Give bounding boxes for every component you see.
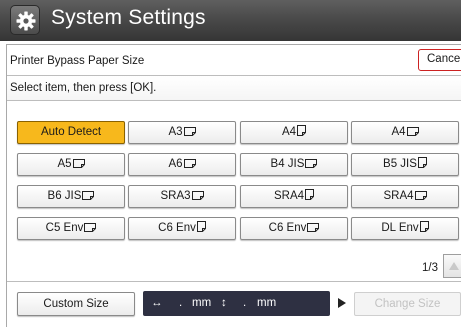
paper-size-button[interactable]: A3 xyxy=(128,121,236,144)
paper-size-label: A3 xyxy=(168,126,183,138)
title-bar: System Settings xyxy=(0,0,461,41)
paper-size-label: B6 JIS xyxy=(47,190,82,202)
landscape-paper-icon xyxy=(183,127,196,136)
scroll-up-button[interactable] xyxy=(443,254,461,278)
paper-size-button[interactable]: SRA4 xyxy=(351,185,459,208)
triangle-up-icon xyxy=(449,262,459,270)
width-arrow-icon: ↔ xyxy=(151,297,163,309)
paper-size-label: DL Env xyxy=(381,222,419,234)
paper-size-label: C5 Env xyxy=(45,222,84,234)
window-title: System Settings xyxy=(51,6,206,29)
landscape-paper-icon xyxy=(84,223,97,232)
portrait-paper-icon xyxy=(297,125,307,136)
paper-size-grid: Auto Detect A3 A4 A4 A5 A6 B4 JIS B5 JIS… xyxy=(17,121,461,241)
width-value: . xyxy=(179,297,183,309)
paper-size-label: A5 xyxy=(57,158,72,170)
paper-size-label: A4 xyxy=(391,126,406,138)
custom-size-display[interactable]: ↔ . mm ↕ . mm xyxy=(143,291,330,316)
setting-name: Printer Bypass Paper Size xyxy=(10,55,145,67)
landscape-paper-icon xyxy=(72,159,85,168)
paper-size-button[interactable]: DL Env xyxy=(351,217,459,240)
height-arrow-icon: ↕ xyxy=(221,297,227,309)
play-icon xyxy=(338,298,346,308)
divider xyxy=(7,281,461,282)
height-unit: mm xyxy=(257,297,277,309)
cancel-button[interactable]: Cancel xyxy=(418,49,461,71)
portrait-paper-icon xyxy=(417,157,427,168)
landscape-paper-icon xyxy=(414,191,427,200)
paper-size-button[interactable]: B4 JIS xyxy=(240,153,348,176)
paper-size-label: B4 JIS xyxy=(270,158,305,170)
paper-size-button[interactable]: A4 xyxy=(240,121,348,144)
paper-size-label: Auto Detect xyxy=(40,126,102,138)
paper-size-button[interactable]: SRA4 xyxy=(240,185,348,208)
paper-size-label: SRA3 xyxy=(160,190,191,202)
paper-size-button[interactable]: B5 JIS xyxy=(351,153,459,176)
landscape-paper-icon xyxy=(82,191,95,200)
paper-size-label: SRA4 xyxy=(273,190,305,202)
paper-size-label: A4 xyxy=(281,126,297,138)
width-unit: mm xyxy=(192,297,212,309)
paper-size-label: B5 JIS xyxy=(383,158,417,170)
portrait-paper-icon xyxy=(196,221,206,232)
paper-size-button[interactable]: SRA3 xyxy=(128,185,236,208)
paper-size-button[interactable]: C6 Env xyxy=(240,217,348,240)
landscape-paper-icon xyxy=(191,191,204,200)
gear-icon xyxy=(10,5,40,35)
paper-size-button[interactable]: A6 xyxy=(128,153,236,176)
portrait-paper-icon xyxy=(305,189,315,200)
paper-size-label: C6 Env xyxy=(268,222,307,234)
portrait-paper-icon xyxy=(419,221,429,232)
paper-size-label: SRA4 xyxy=(383,190,414,202)
height-value: . xyxy=(243,297,247,309)
paper-size-button[interactable]: C5 Env xyxy=(17,217,125,240)
landscape-paper-icon xyxy=(406,127,419,136)
paper-size-button[interactable]: Auto Detect xyxy=(17,121,125,144)
page-indicator: 1/3 xyxy=(422,262,438,274)
paper-size-label: C6 Env xyxy=(158,222,196,234)
paper-size-label: A6 xyxy=(168,158,183,170)
paper-size-button[interactable]: A4 xyxy=(351,121,459,144)
landscape-paper-icon xyxy=(183,159,196,168)
landscape-paper-icon xyxy=(307,223,320,232)
paper-size-button[interactable]: B6 JIS xyxy=(17,185,125,208)
landscape-paper-icon xyxy=(305,159,318,168)
paper-size-button[interactable]: C6 Env xyxy=(128,217,236,240)
custom-size-button[interactable]: Custom Size xyxy=(17,292,135,316)
paper-size-button[interactable]: A5 xyxy=(17,153,125,176)
instruction-text: Select item, then press [OK]. xyxy=(10,82,157,94)
change-size-button[interactable]: Change Size xyxy=(354,292,461,316)
